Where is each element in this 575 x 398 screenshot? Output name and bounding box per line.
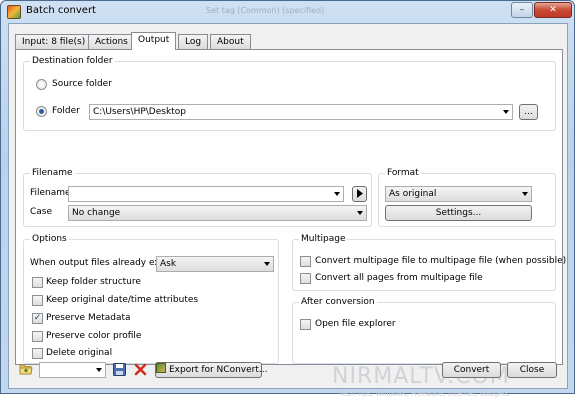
format-combo[interactable]: As original <box>385 186 532 202</box>
title-bar[interactable]: Batch convert Set tag (Common) (specifie… <box>1 1 574 23</box>
case-label: Case <box>30 207 53 217</box>
window-title: Batch convert <box>26 5 96 16</box>
folder-label: Folder <box>52 106 80 116</box>
source-folder-label: Source folder <box>52 79 112 89</box>
app-icon <box>7 5 21 19</box>
multipage-to-multipage-label: Convert multipage file to multipage file… <box>315 256 567 266</box>
chevron-down-icon <box>503 110 509 114</box>
background-window-title: Set tag (Common) (specified) <box>206 6 325 15</box>
preset-combo[interactable] <box>39 362 106 378</box>
filename-label: Filename <box>30 188 71 198</box>
destination-folder-label: Destination folder <box>30 56 115 66</box>
batch-convert-window: Batch convert Set tag (Common) (specifie… <box>0 0 575 398</box>
delete-original-label: Delete original <box>46 348 113 358</box>
existing-files-label: When output files already exist <box>30 258 171 268</box>
tab-log[interactable]: Log <box>178 34 209 49</box>
filename-group-label: Filename <box>30 168 75 178</box>
chevron-down-icon <box>522 192 528 196</box>
chevron-down-icon <box>264 262 270 266</box>
minimize-button[interactable]: – <box>511 2 533 18</box>
filename-group: Filename Filename Case No change <box>23 168 372 227</box>
options-group-label: Options <box>30 234 69 244</box>
save-icon[interactable] <box>113 363 127 377</box>
after-conversion-group-label: After conversion <box>299 297 377 307</box>
existing-files-combo[interactable]: Ask <box>156 256 274 272</box>
multipage-group-label: Multipage <box>299 234 348 244</box>
format-group: Format As original Settings... <box>378 168 556 227</box>
tab-output[interactable]: Output <box>131 32 177 50</box>
output-tab-page: Destination folder Source folder Folder … <box>15 49 566 365</box>
destination-folder-group: Destination folder Source folder Folder … <box>23 56 556 131</box>
filename-insert-button[interactable] <box>352 186 367 202</box>
convert-all-pages-checkbox[interactable] <box>300 273 311 284</box>
export-nconvert-button[interactable]: Export for NConvert... <box>155 362 267 378</box>
preserve-color-profile-label: Preserve color profile <box>46 331 142 341</box>
multipage-group: Multipage Convert multipage file to mult… <box>292 234 566 291</box>
tab-input[interactable]: Input: 8 file(s) <box>15 34 93 49</box>
case-combo[interactable]: No change <box>68 205 367 221</box>
multipage-to-multipage-checkbox[interactable] <box>300 256 311 267</box>
close-window-button[interactable]: ✕ <box>534 2 572 18</box>
dialog-client-area: Input: 8 file(s) Actions Output Log Abou… <box>8 23 568 398</box>
open-file-explorer-checkbox[interactable] <box>300 319 311 330</box>
delete-icon[interactable] <box>134 363 148 377</box>
open-folder-icon[interactable] <box>19 362 33 376</box>
keep-date-time-checkbox[interactable] <box>32 295 43 306</box>
filename-combo[interactable] <box>68 186 344 202</box>
close-button[interactable]: Close <box>507 362 557 378</box>
browse-folder-button[interactable]: ... <box>519 104 538 120</box>
delete-original-checkbox[interactable] <box>32 348 43 359</box>
folder-path-value: C:\Users\HP\Desktop <box>93 107 186 117</box>
preserve-metadata-label: Preserve Metadata <box>46 313 131 323</box>
play-arrow-icon <box>356 189 363 198</box>
format-value: As original <box>389 189 437 199</box>
export-nconvert-label: Export for NConvert... <box>169 365 268 375</box>
existing-files-value: Ask <box>160 259 177 269</box>
format-group-label: Format <box>385 168 421 178</box>
keep-folder-structure-label: Keep folder structure <box>46 277 141 287</box>
chevron-down-icon <box>334 192 340 196</box>
after-conversion-group: After conversion Open file explorer <box>292 297 556 364</box>
open-file-explorer-label: Open file explorer <box>315 319 396 329</box>
case-value: No change <box>72 208 121 218</box>
export-icon <box>156 363 166 373</box>
format-settings-button[interactable]: Settings... <box>385 205 532 221</box>
source-folder-radio[interactable] <box>36 79 47 90</box>
convert-button[interactable]: Convert <box>442 362 501 378</box>
tab-about[interactable]: About <box>210 34 251 49</box>
folder-path-combo[interactable]: C:\Users\HP\Desktop <box>89 104 513 120</box>
preserve-metadata-checkbox[interactable]: ✓ <box>32 313 43 324</box>
keep-folder-structure-checkbox[interactable] <box>32 277 43 288</box>
convert-all-pages-label: Convert all pages from multipage file <box>315 273 483 283</box>
chevron-down-icon <box>357 211 363 215</box>
keep-date-time-label: Keep original date/time attributes <box>46 295 199 305</box>
preserve-color-profile-checkbox[interactable] <box>32 331 43 342</box>
watermark-subtext: Tech Tips, Windows, Freeware, Internet, … <box>339 390 510 398</box>
tab-actions[interactable]: Actions <box>88 34 135 49</box>
chevron-down-icon <box>96 368 102 372</box>
options-group: Options When output files already exist … <box>23 234 279 364</box>
folder-radio[interactable] <box>36 106 47 117</box>
